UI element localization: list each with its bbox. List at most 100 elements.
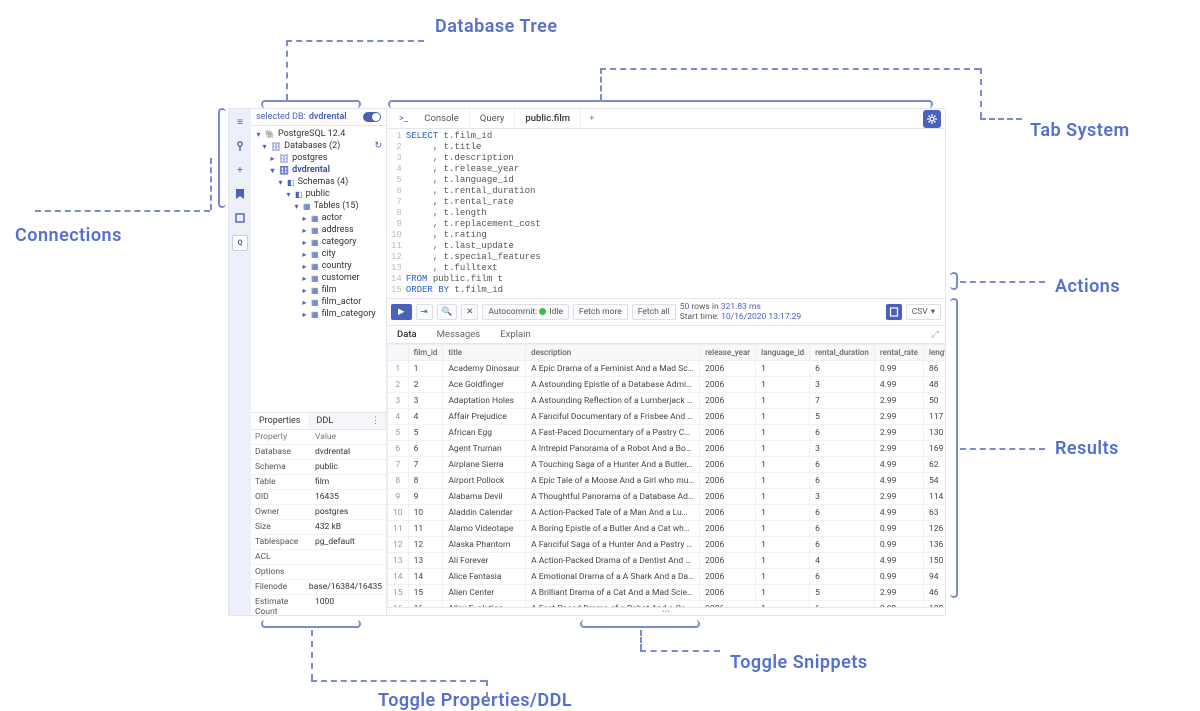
column-header[interactable]: film_id: [408, 345, 443, 361]
tree-server[interactable]: ▾🐘 PostgreSQL 12.4: [251, 128, 386, 140]
table-row[interactable]: 22Ace GoldfingerA Astounding Epistle of …: [388, 377, 946, 393]
prop-row: Estimate Count1000: [251, 595, 386, 615]
column-header[interactable]: rental_rate: [874, 345, 923, 361]
tree-databases[interactable]: ▾🗄 Databases (2) ↻: [251, 140, 386, 152]
prop-row: Ownerpostgres: [251, 505, 386, 520]
table-row[interactable]: 1212Alaska PhantomA Fanciful Saga of a H…: [388, 537, 946, 553]
prop-row: Tablespacepg_default: [251, 535, 386, 550]
tab-properties[interactable]: Properties: [251, 413, 308, 429]
result-expand-icon[interactable]: ⤢: [925, 326, 945, 343]
table-row[interactable]: 77Airplane SierraA Touching Saga of a Hu…: [388, 457, 946, 473]
actions-toolbar: ▶ ⇥ 🔍 ✕ Autocommit: Idle Fetch more Fetc…: [387, 299, 945, 326]
tree-table-city[interactable]: ▸▦city: [251, 248, 386, 260]
tree-tables[interactable]: ▾▦ Tables (15): [251, 200, 386, 212]
export-format[interactable]: CSV▾: [906, 304, 941, 320]
table-row[interactable]: 88Airport PollockA Epic Tale of a Moose …: [388, 473, 946, 489]
selected-db-name: dvdrental: [309, 112, 347, 122]
table-row[interactable]: 44Affair PrejudiceA Fanciful Documentary…: [388, 409, 946, 425]
menu-icon[interactable]: ≡: [233, 115, 247, 129]
prop-row: Size432 kB: [251, 520, 386, 535]
selected-db-label: selected DB:: [256, 112, 306, 122]
table-row[interactable]: 1111Alamo VideotapeA Boring Epistle of a…: [388, 521, 946, 537]
column-header[interactable]: release_year: [700, 345, 756, 361]
snippets-handle[interactable]: •••: [387, 607, 945, 615]
result-tab-explain[interactable]: Explain: [490, 326, 540, 343]
result-tab-data[interactable]: Data: [387, 326, 427, 343]
sql-icon[interactable]: Q: [232, 235, 248, 251]
table-row[interactable]: 1515Alien CenterA Brilliant Drama of a C…: [388, 585, 946, 601]
prompt-icon: >_: [393, 109, 414, 128]
table-row[interactable]: 1414Alice FantasiaA Emotional Drama of a…: [388, 569, 946, 585]
autocommit-button[interactable]: Autocommit: Idle: [482, 304, 569, 320]
selected-db-bar: selected DB: dvdrental: [251, 109, 386, 126]
prop-row: Schemapublic: [251, 460, 386, 475]
prop-row: OID16435: [251, 490, 386, 505]
bookmark-icon[interactable]: [233, 187, 247, 201]
anno-db-tree: Database Tree: [435, 16, 558, 37]
properties-panel: DatabasedvdrentalSchemapublicTablefilmOI…: [251, 445, 386, 615]
tab-bar: >_ Console Query public.film +: [387, 109, 945, 129]
tree-table-address[interactable]: ▸▦address: [251, 224, 386, 236]
sql-editor[interactable]: 123456789101112131415 SELECT t.film_id ,…: [387, 129, 945, 299]
column-header[interactable]: rental_duration: [810, 345, 875, 361]
tree-schemas[interactable]: ▾◧ Schemas (4): [251, 176, 386, 188]
anno-connections: Connections: [15, 225, 122, 246]
fetch-all-button[interactable]: Fetch all: [632, 304, 676, 320]
fetch-more-button[interactable]: Fetch more: [573, 304, 628, 320]
result-meta: 50 rows in 321.83 ms Start time: 10/16/2…: [680, 302, 802, 322]
database-tree: ▾🐘 PostgreSQL 12.4 ▾🗄 Databases (2) ↻ ▸🗄…: [251, 126, 386, 412]
table-row[interactable]: 99Alabama DevilA Thoughtful Panorama of …: [388, 489, 946, 505]
table-row[interactable]: 11Academy DinosaurA Epic Drama of a Femi…: [388, 361, 946, 377]
prop-row: Filenodebase/16384/16435: [251, 580, 386, 595]
anno-actions: Actions: [1055, 276, 1120, 297]
tree-table-film_category[interactable]: ▸▦film_category: [251, 308, 386, 320]
run-button[interactable]: ▶: [391, 304, 412, 320]
tab-query[interactable]: Query: [470, 109, 516, 128]
table-row[interactable]: 1313Ali ForeverA Action-Packed Drama of …: [388, 553, 946, 569]
props-more-icon[interactable]: ⋮: [365, 413, 386, 429]
export-icon[interactable]: [886, 304, 902, 320]
tree-table-film[interactable]: ▸▦film: [251, 284, 386, 296]
settings-icon[interactable]: [923, 110, 941, 128]
column-header[interactable]: length: [923, 345, 945, 361]
tree-table-category[interactable]: ▸▦category: [251, 236, 386, 248]
table-row[interactable]: 66Agent TrumanA Intrepid Panorama of a R…: [388, 441, 946, 457]
search-button[interactable]: 🔍: [437, 304, 458, 320]
results-grid[interactable]: film_idtitledescriptionrelease_yearlangu…: [387, 344, 945, 607]
column-header[interactable]: language_id: [756, 345, 810, 361]
column-header[interactable]: description: [526, 345, 700, 361]
result-tabs: Data Messages Explain ⤢: [387, 326, 945, 344]
result-tab-messages[interactable]: Messages: [427, 326, 491, 343]
prop-row: Databasedvdrental: [251, 445, 386, 460]
tab-ddl[interactable]: DDL: [308, 413, 341, 429]
tree-table-country[interactable]: ▸▦country: [251, 260, 386, 272]
indent-button[interactable]: ⇥: [416, 304, 433, 320]
prop-row: Options: [251, 565, 386, 580]
tab-console[interactable]: Console: [414, 109, 470, 128]
tab-public-film[interactable]: public.film: [515, 109, 581, 128]
tree-table-actor[interactable]: ▸▦actor: [251, 212, 386, 224]
tree-db-postgres[interactable]: ▸🗄 postgres: [251, 152, 386, 164]
prop-row: ACL: [251, 550, 386, 565]
sidebar: selected DB: dvdrental ▾🐘 PostgreSQL 12.…: [251, 109, 387, 615]
anno-results: Results: [1055, 438, 1119, 459]
tree-db-dvdrental[interactable]: ▾🗄 dvdrental: [251, 164, 386, 176]
table-row[interactable]: 33Adaptation HolesA Astounding Reflectio…: [388, 393, 946, 409]
table-row[interactable]: 1010Aladdin CalendarA Action-Packed Tale…: [388, 505, 946, 521]
connections-rail: ≡ + Q: [229, 109, 251, 615]
tree-table-customer[interactable]: ▸▦customer: [251, 272, 386, 284]
db-toggle[interactable]: [363, 112, 381, 122]
main-panel: >_ Console Query public.film + 123456789…: [387, 109, 945, 615]
clear-button[interactable]: ✕: [461, 304, 478, 320]
props-header: Property Value: [251, 430, 386, 445]
add-icon[interactable]: +: [233, 163, 247, 177]
properties-tabs: Properties DDL ⋮: [251, 412, 386, 430]
layers-icon[interactable]: [233, 211, 247, 225]
column-header[interactable]: title: [443, 345, 526, 361]
tab-add[interactable]: +: [581, 109, 602, 128]
table-row[interactable]: 55African EggA Fast-Paced Documentary of…: [388, 425, 946, 441]
tree-table-film_actor[interactable]: ▸▦film_actor: [251, 296, 386, 308]
tree-schema-public[interactable]: ▾◧ public: [251, 188, 386, 200]
anno-snippets: Toggle Snippets: [730, 652, 868, 673]
connection-icon[interactable]: [233, 139, 247, 153]
